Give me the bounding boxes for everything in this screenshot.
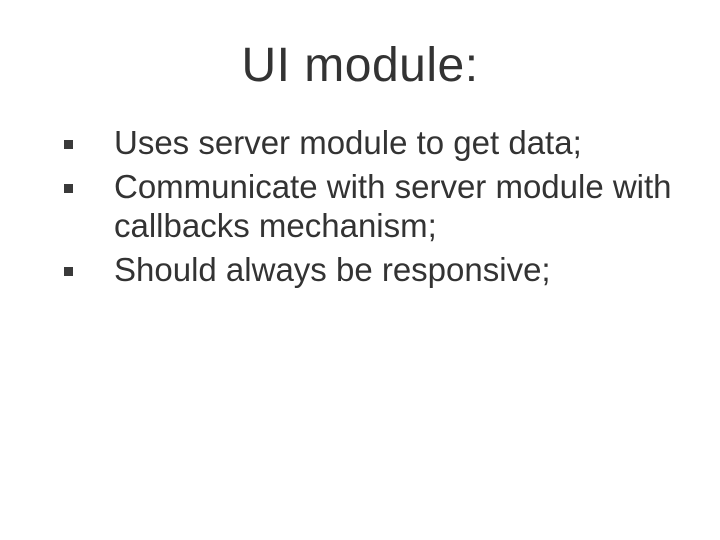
bullet-list: Uses server module to get data; Communic… bbox=[48, 123, 672, 289]
list-item: Uses server module to get data; bbox=[58, 123, 672, 163]
list-item: Communicate with server module with call… bbox=[58, 167, 672, 246]
slide: UI module: Uses server module to get dat… bbox=[0, 0, 720, 540]
slide-title: UI module: bbox=[48, 38, 672, 93]
list-item: Should always be responsive; bbox=[58, 250, 672, 290]
